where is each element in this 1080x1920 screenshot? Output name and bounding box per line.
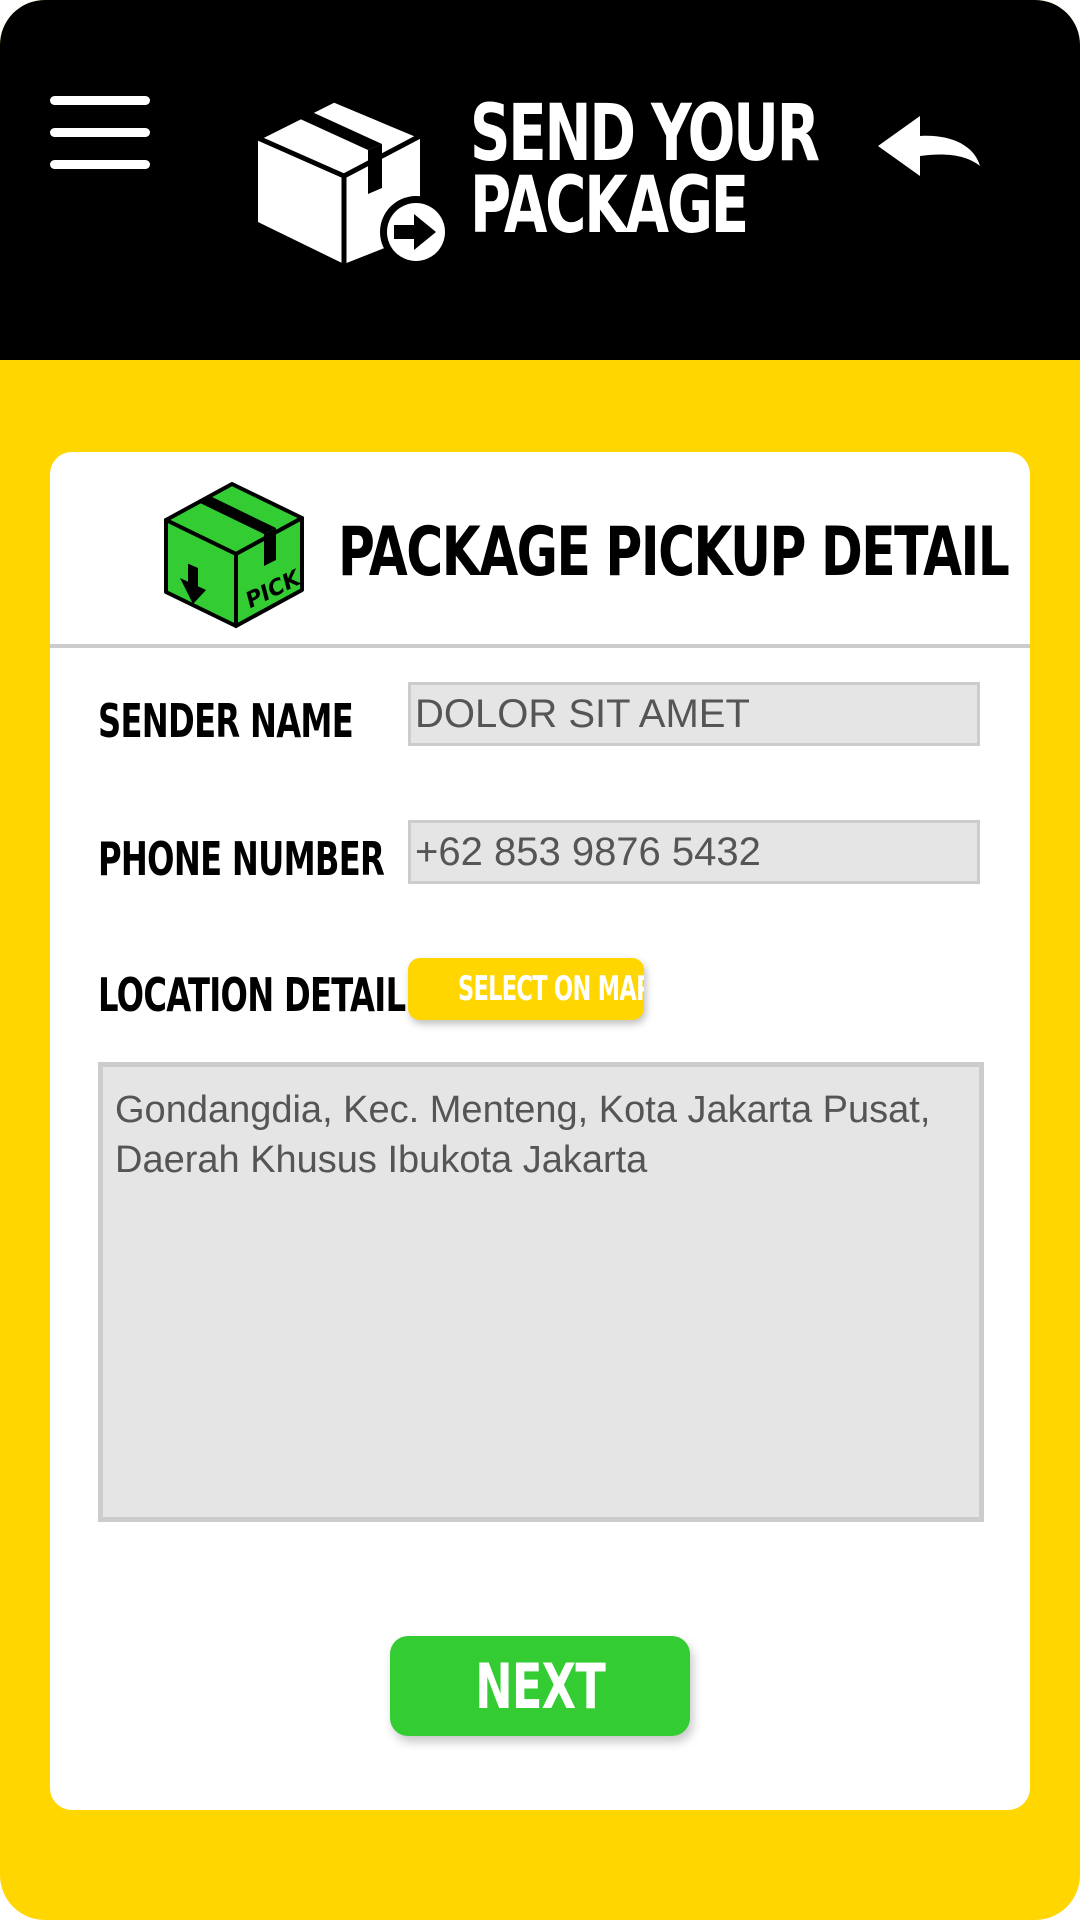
location-detail-textarea[interactable]: Gondangdia, Kec. Menteng, Kota Jakarta P… bbox=[98, 1062, 984, 1522]
location-detail-label: LOCATION DETAIL bbox=[98, 968, 406, 1022]
top-header: SEND YOUR PACKAGE bbox=[0, 0, 1080, 360]
header-title: SEND YOUR PACKAGE bbox=[470, 89, 820, 251]
hamburger-menu-icon[interactable] bbox=[50, 96, 150, 170]
header-title-line1: SEND YOUR bbox=[470, 89, 820, 179]
phone-number-input[interactable] bbox=[408, 820, 980, 884]
phone-number-label: PHONE NUMBER bbox=[98, 832, 385, 886]
package-send-icon bbox=[256, 97, 452, 268]
back-arrow-icon[interactable] bbox=[876, 114, 982, 186]
sender-name-label: SENDER NAME bbox=[98, 694, 354, 748]
select-on-map-button[interactable]: SELECT ON MAP bbox=[408, 958, 644, 1020]
next-button[interactable]: NEXT bbox=[390, 1636, 690, 1736]
app-screen: SEND YOUR PACKAGE PICK PACKAGE PICKUP DE… bbox=[0, 0, 1080, 1920]
sender-name-input[interactable] bbox=[408, 682, 980, 746]
header-title-line2: PACKAGE bbox=[470, 161, 749, 251]
package-pick-icon: PICK bbox=[164, 482, 306, 628]
next-button-label: NEXT bbox=[475, 1649, 606, 1723]
select-on-map-label: SELECT ON MAP bbox=[457, 969, 644, 1009]
card-title: PACKAGE PICKUP DETAIL bbox=[338, 513, 1010, 592]
pickup-form-card: PICK PACKAGE PICKUP DETAIL SENDER NAME P… bbox=[50, 452, 1030, 1810]
card-header: PICK PACKAGE PICKUP DETAIL bbox=[50, 452, 1030, 648]
